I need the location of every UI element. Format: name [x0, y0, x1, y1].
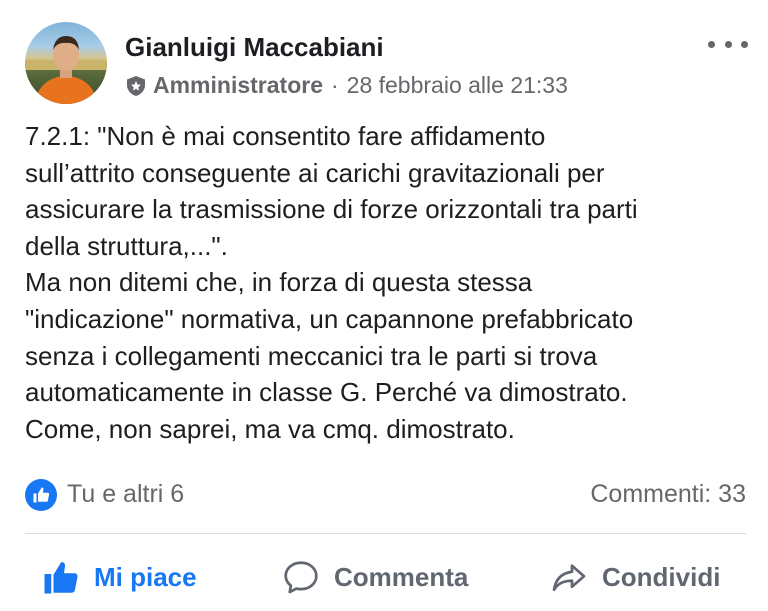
post-text-line: "indicazione" normativa, un capannone pr… — [25, 303, 634, 334]
thumbs-up-icon — [44, 562, 78, 594]
post-text-line: Come, non saprei, ma va cmq. dimostrato. — [25, 413, 515, 444]
post-text-line: senza i collegamenti meccanici tra le pa… — [25, 340, 598, 371]
avatar-photo — [25, 36, 107, 104]
post-text-line: automaticamente in classe G. Perché va d… — [25, 377, 628, 408]
post-header: Gianluigi Maccabiani Amministratore · 28… — [25, 22, 748, 106]
comment-button-label: Commenta — [334, 561, 469, 592]
post-stats: Tu e altri 6 Commenti: 33 — [25, 476, 746, 512]
like-button[interactable]: Mi piace — [42, 548, 197, 606]
comments-count[interactable]: Commenti: 33 — [590, 480, 746, 509]
share-arrow-icon — [552, 564, 586, 592]
post-meta: Amministratore · 28 febbraio alle 21:33 — [125, 72, 568, 99]
post-text-line: della struttura,...". — [25, 230, 228, 261]
post-text-line: sull’attrito conseguente ai carichi grav… — [25, 157, 605, 188]
post-text: 7.2.1: "Non è mai consentito fare affida… — [25, 118, 755, 447]
author-role: Amministratore — [153, 72, 323, 98]
action-bar: Mi piace Commenta Condividi — [0, 548, 768, 606]
likes-count[interactable]: Tu e altri 6 — [67, 480, 184, 509]
avatar[interactable] — [25, 22, 107, 104]
author-name[interactable]: Gianluigi Maccabiani — [125, 32, 384, 63]
meta-separator: · — [330, 72, 339, 98]
post-text-line: assicurare la trasmissione di forze oriz… — [25, 194, 638, 225]
post-text-line: Ma non ditemi che, in forza di questa st… — [25, 267, 533, 298]
post-timestamp[interactable]: 28 febbraio alle 21:33 — [347, 72, 568, 99]
like-button-label: Mi piace — [94, 561, 197, 592]
speech-bubble-icon — [284, 561, 318, 594]
share-button[interactable]: Condividi — [550, 548, 720, 606]
share-button-label: Condividi — [602, 561, 721, 592]
divider — [25, 533, 746, 534]
admin-shield-icon — [125, 75, 147, 97]
more-options-icon[interactable] — [708, 34, 748, 54]
thumbs-up-icon — [25, 479, 57, 511]
post-text-line: 7.2.1: "Non è mai consentito fare affida… — [25, 121, 546, 151]
comment-button[interactable]: Commenta — [282, 548, 468, 606]
